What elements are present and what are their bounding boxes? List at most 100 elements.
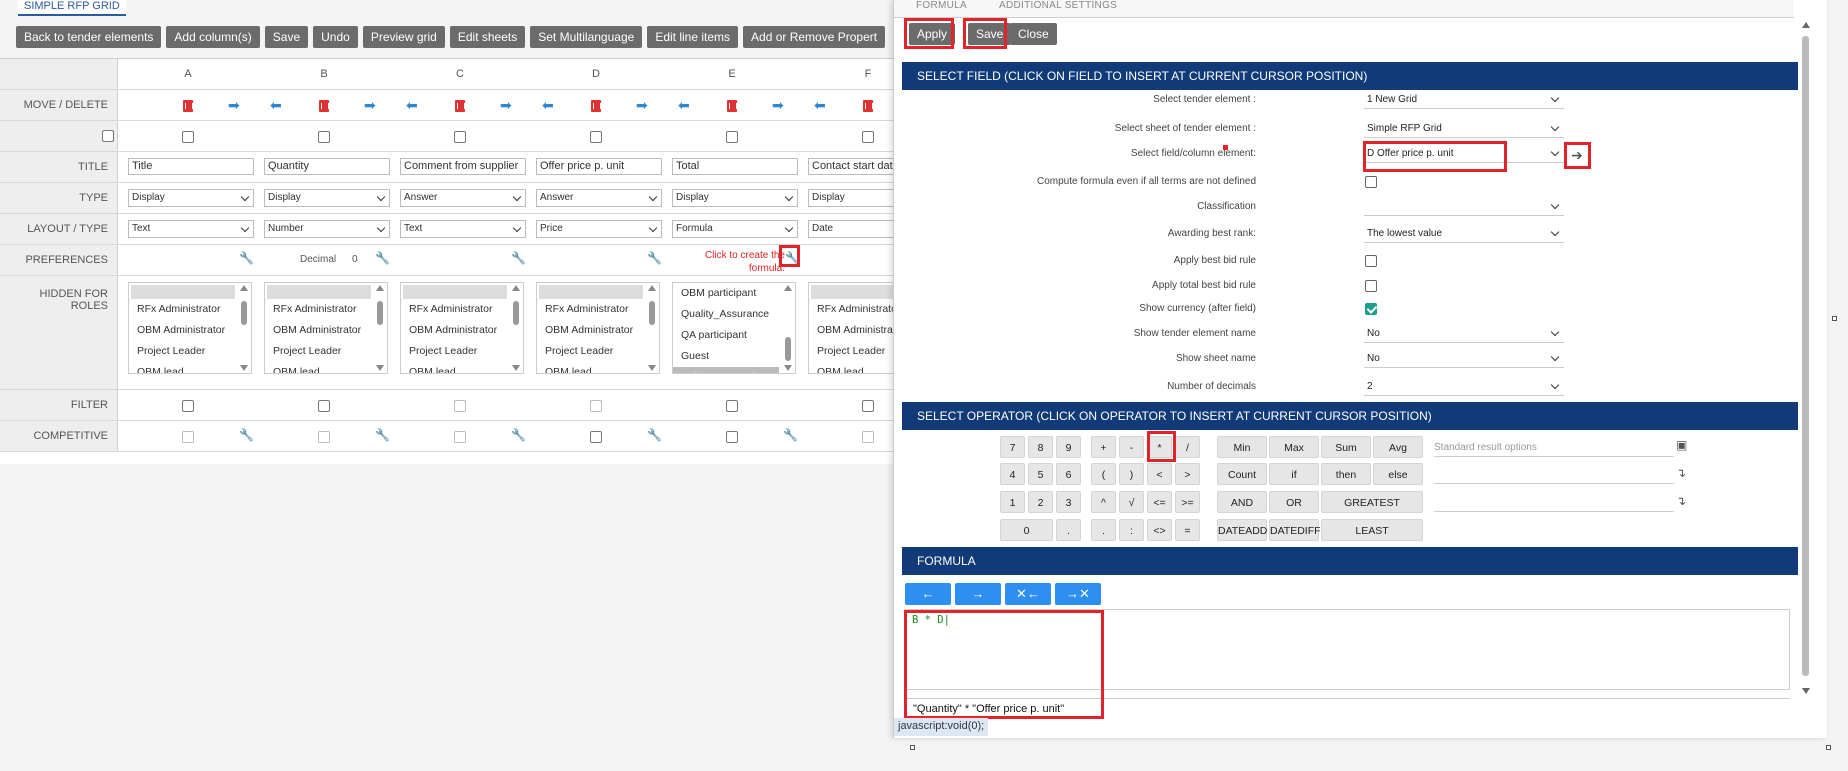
function-key[interactable]: OR <box>1269 491 1319 513</box>
preferences-wrench-icon[interactable]: 🔧 <box>511 252 526 264</box>
insert-down-icon[interactable]: ↴ <box>1676 466 1686 480</box>
column-select-checkbox[interactable] <box>182 131 194 143</box>
competitive-wrench-icon[interactable]: 🔧 <box>783 429 798 441</box>
operator-key[interactable]: / <box>1175 436 1200 458</box>
digit-key[interactable]: 0 <box>1000 519 1053 541</box>
delete-column-icon[interactable] <box>591 100 601 112</box>
delete-column-icon[interactable] <box>183 100 193 112</box>
role-option[interactable]: Project Leader <box>401 341 523 362</box>
function-key[interactable]: then <box>1321 463 1371 485</box>
roles-scrollbar[interactable] <box>783 285 793 371</box>
move-left-icon[interactable]: ⬅ <box>678 98 692 112</box>
column-select-checkbox[interactable] <box>590 131 602 143</box>
delete-column-icon[interactable] <box>455 100 465 112</box>
role-option[interactable]: Project Leader <box>265 341 387 362</box>
function-key[interactable]: Min <box>1217 436 1267 458</box>
operator-key[interactable]: < <box>1147 463 1172 485</box>
competitive-checkbox[interactable] <box>590 431 602 443</box>
page-tab[interactable]: SIMPLE RFP GRID <box>18 0 126 16</box>
competitive-checkbox[interactable] <box>454 431 466 443</box>
show-sheet-name-select[interactable]: No <box>1364 351 1564 368</box>
select-all-checkbox[interactable] <box>102 130 114 142</box>
operator-key[interactable]: : <box>1119 519 1144 541</box>
filter-checkbox[interactable] <box>590 400 602 412</box>
column-layout-select[interactable]: Text <box>128 220 254 238</box>
competitive-wrench-icon[interactable]: 🔧 <box>647 429 662 441</box>
add-folder-icon[interactable]: ▣ <box>1676 438 1687 452</box>
resize-handle-r[interactable] <box>1832 316 1837 321</box>
delete-left-button[interactable]: ✕← <box>1005 583 1051 605</box>
toolbar-button[interactable]: Back to tender elements <box>16 26 162 48</box>
roles-listbox[interactable]: OBM participant Quality_Assurance QA parti… <box>672 282 796 374</box>
move-right-icon[interactable]: ➡ <box>500 98 514 112</box>
digit-key[interactable]: 4 <box>1000 463 1025 485</box>
toolbar-button[interactable]: Preview grid <box>362 26 445 48</box>
function-key[interactable]: Avg <box>1373 436 1423 458</box>
column-layout-select[interactable]: Number <box>264 220 390 238</box>
column-layout-select[interactable]: Price <box>536 220 662 238</box>
roles-scrollbar[interactable] <box>375 285 385 371</box>
operator-key[interactable]: <= <box>1147 491 1172 513</box>
column-title-input[interactable]: Comment from supplier <box>400 158 526 175</box>
preferences-wrench-icon[interactable]: 🔧 <box>647 252 662 264</box>
roles-scrollbar[interactable] <box>511 285 521 371</box>
roles-listbox[interactable]: RFx Administrator OBM Administrator Projec… <box>128 282 252 374</box>
move-left-button[interactable]: ← <box>905 583 951 605</box>
toolbar-button[interactable]: Set Multilanguage <box>530 26 643 48</box>
operator-key[interactable]: ( <box>1091 463 1116 485</box>
role-option[interactable]: QA participant <box>673 325 795 346</box>
digit-key[interactable]: 5 <box>1028 463 1053 485</box>
digit-key[interactable]: 3 <box>1056 491 1081 513</box>
roles-listbox[interactable]: RFx Administrator OBM Administrator Projec… <box>400 282 524 374</box>
column-title-input[interactable]: Title <box>128 158 254 175</box>
delete-column-icon[interactable] <box>319 100 329 112</box>
filter-checkbox[interactable] <box>182 400 194 412</box>
operator-key[interactable]: > <box>1175 463 1200 485</box>
function-key[interactable]: else <box>1373 463 1423 485</box>
filter-checkbox[interactable] <box>862 400 874 412</box>
move-left-icon[interactable]: ⬅ <box>542 98 556 112</box>
classification-select[interactable] <box>1364 199 1564 216</box>
move-right-button[interactable]: → <box>955 583 1001 605</box>
show-tender-name-select[interactable]: No <box>1364 326 1564 343</box>
resize-handle-bl[interactable] <box>910 745 915 750</box>
role-option[interactable]: RFx Administrator <box>265 299 387 320</box>
digit-key[interactable]: . <box>1056 519 1081 541</box>
role-option[interactable]: RFx Administrator <box>537 299 659 320</box>
move-right-icon[interactable]: ➡ <box>364 98 378 112</box>
role-option[interactable]: OBM lead <box>265 362 387 373</box>
resize-handle-br[interactable] <box>1826 745 1831 750</box>
competitive-checkbox[interactable] <box>726 431 738 443</box>
sheet-select[interactable]: Simple RFP Grid <box>1364 121 1564 138</box>
move-right-icon[interactable]: ➡ <box>772 98 786 112</box>
role-option[interactable]: OBM lead <box>129 362 251 373</box>
competitive-checkbox[interactable] <box>182 431 194 443</box>
function-key[interactable]: AND <box>1217 491 1267 513</box>
move-right-icon[interactable]: ➡ <box>228 98 242 112</box>
column-select-checkbox[interactable] <box>454 131 466 143</box>
close-button[interactable]: Close <box>1010 23 1057 45</box>
digit-key[interactable]: 8 <box>1028 436 1053 458</box>
toolbar-button[interactable]: Save <box>264 26 309 48</box>
column-layout-select[interactable]: Formula <box>672 220 798 238</box>
digit-key[interactable]: 9 <box>1056 436 1081 458</box>
operator-key[interactable]: - <box>1119 436 1144 458</box>
competitive-checkbox[interactable] <box>862 431 874 443</box>
role-option[interactable]: Project Leader <box>129 341 251 362</box>
operator-key[interactable]: √ <box>1119 491 1144 513</box>
column-type-select[interactable]: Display <box>264 189 390 207</box>
function-key[interactable]: LEAST <box>1321 519 1423 541</box>
role-option[interactable]: OBM lead <box>401 362 523 373</box>
roles-listbox[interactable]: RFx Administrator OBM Administrator Projec… <box>264 282 388 374</box>
column-title-input[interactable]: Total <box>672 158 798 175</box>
tab-formula[interactable]: FORMULA <box>916 0 967 11</box>
preferences-wrench-icon[interactable]: 🔧 <box>239 252 254 264</box>
move-left-icon[interactable]: ⬅ <box>814 98 828 112</box>
role-option[interactable]: OBM participant <box>673 283 795 304</box>
column-select-checkbox[interactable] <box>318 131 330 143</box>
result-input-2[interactable] <box>1434 466 1674 484</box>
role-option[interactable]: OBM Administrator <box>129 320 251 341</box>
role-option[interactable]: RFx Administrator <box>401 299 523 320</box>
toolbar-button[interactable]: Add or Remove Propert <box>743 26 886 48</box>
delete-column-icon[interactable] <box>863 100 873 112</box>
